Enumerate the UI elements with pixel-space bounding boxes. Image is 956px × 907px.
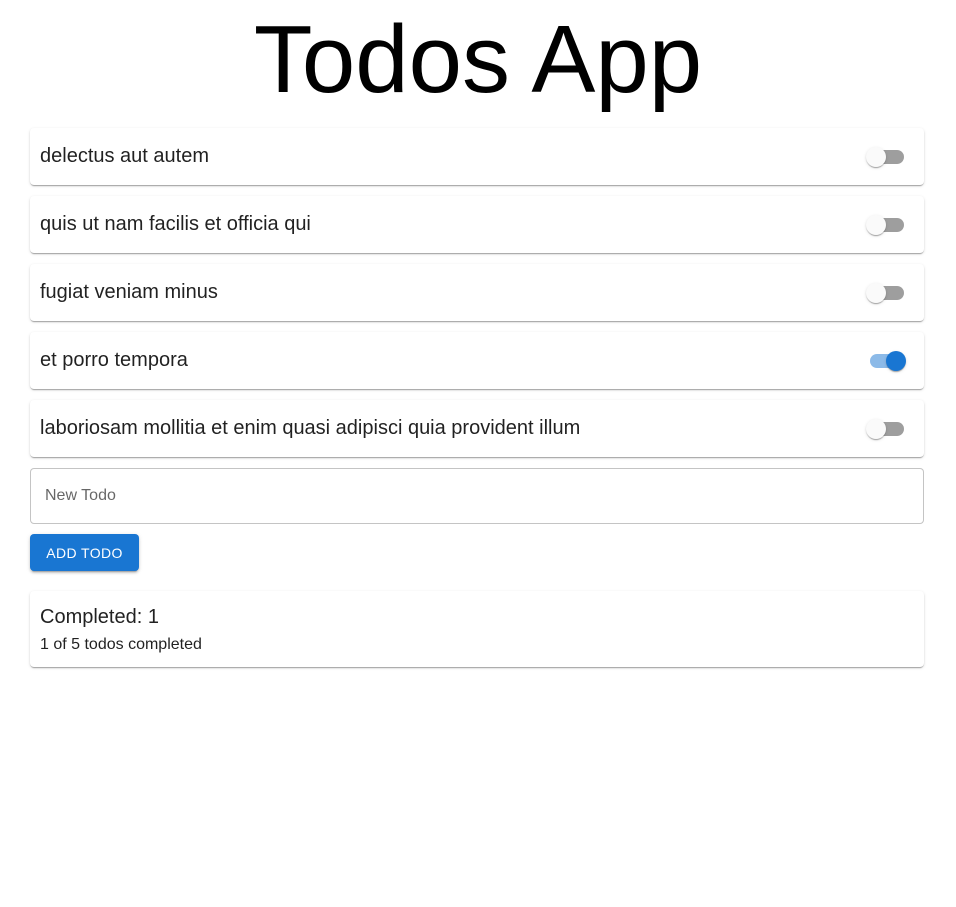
toggle-thumb	[886, 351, 906, 371]
completed-toggle[interactable]	[866, 145, 906, 169]
add-todo-button[interactable]: ADD TODO	[30, 534, 139, 571]
todo-list: delectus aut autem quis ut nam facilis e…	[30, 128, 924, 468]
completed-count: Completed: 1	[40, 606, 159, 628]
todo-item: laboriosam mollitia et enim quasi adipis…	[30, 400, 924, 457]
todos-app-page: Todos App delectus aut autem quis ut nam…	[0, 0, 956, 907]
todo-text: delectus aut autem	[40, 145, 209, 167]
page-title: Todos App	[253, 6, 703, 113]
toggle-thumb	[866, 283, 886, 303]
todo-text: fugiat veniam minus	[40, 281, 218, 303]
toggle-thumb	[866, 419, 886, 439]
toggle-thumb	[866, 147, 886, 167]
todo-item: et porro tempora	[30, 332, 924, 389]
completion-summary: Completed: 1 1 of 5 todos completed	[30, 591, 924, 667]
new-todo-input[interactable]	[30, 468, 924, 524]
completed-toggle[interactable]	[866, 349, 906, 373]
toggle-thumb	[866, 215, 886, 235]
completed-toggle[interactable]	[866, 417, 906, 441]
todo-text: et porro tempora	[40, 349, 188, 371]
completed-toggle[interactable]	[866, 213, 906, 237]
todo-text: quis ut nam facilis et officia qui	[40, 213, 311, 235]
todo-item: delectus aut autem	[30, 128, 924, 185]
completion-detail: 1 of 5 todos completed	[40, 636, 202, 653]
todo-item: quis ut nam facilis et officia qui	[30, 196, 924, 253]
todo-text: laboriosam mollitia et enim quasi adipis…	[40, 417, 581, 439]
todo-item: fugiat veniam minus	[30, 264, 924, 321]
completed-toggle[interactable]	[866, 281, 906, 305]
